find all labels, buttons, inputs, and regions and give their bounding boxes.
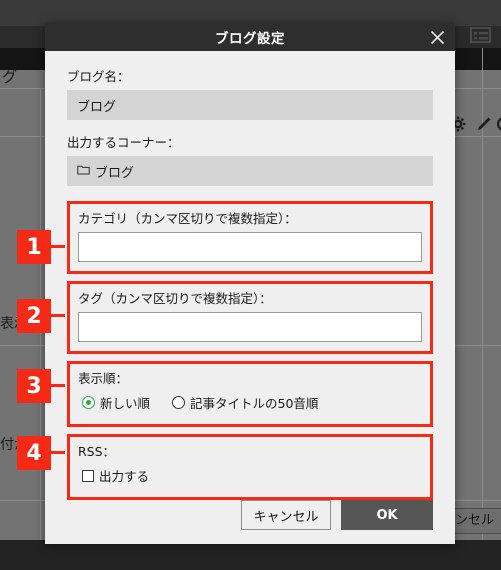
checkbox-icon-unchecked — [82, 469, 94, 482]
output-corner-text: ブログ — [95, 165, 135, 181]
radio-title-aiueo[interactable]: 記事タイトルの50音順 — [172, 393, 318, 412]
bg-tab-label-partial: グ — [2, 68, 18, 86]
dialog-title: ブログ設定 — [215, 30, 285, 47]
tag-label: タグ（カンマ区切りで複数指定）： — [78, 291, 272, 306]
checkbox-rss-output-label: 出力する — [99, 469, 150, 484]
pencil-icon[interactable] — [476, 116, 492, 136]
tag-field: タグ（カンマ区切りで複数指定）： — [67, 281, 433, 354]
blog-name-label: ブログ名： — [67, 69, 130, 84]
annotation-badge-2-number: 2 — [26, 303, 42, 329]
close-icon[interactable] — [425, 25, 449, 49]
annotation-badge-3-number: 3 — [26, 373, 42, 399]
display-order-field: 表示順： 新しい順 記事タイトルの50音順 — [67, 361, 433, 427]
display-order-label: 表示順： — [78, 371, 129, 386]
display-order-options: 新しい順 記事タイトルの50音順 — [78, 393, 422, 412]
category-input[interactable] — [78, 232, 422, 262]
blog-name-field: ブログ名： ブログ — [67, 69, 433, 120]
dialog-body: ブログ名： ブログ 出力するコーナー： ブログ カテゴリ（カンマ区切りで複数指定… — [45, 51, 455, 500]
list-icon[interactable] — [470, 26, 492, 48]
radio-icon-unselected — [172, 396, 186, 409]
bg-footer-bar — [0, 540, 501, 570]
radio-newest-first-label: 新しい順 — [100, 396, 151, 411]
annotation-connector-3 — [51, 384, 65, 387]
annotation-connector-4 — [51, 451, 65, 454]
blog-name-text: ブログ — [77, 99, 117, 115]
annotation-badge-3: 3 — [17, 369, 51, 403]
annotation-badge-4: 4 — [17, 436, 51, 470]
folder-icon — [77, 164, 90, 178]
category-field: カテゴリ（カンマ区切りで複数指定）： — [67, 201, 433, 274]
annotation-badge-1: 1 — [17, 230, 51, 264]
output-corner-value: ブログ — [67, 156, 433, 186]
ok-button[interactable]: OK — [341, 500, 433, 530]
annotation-badge-1-number: 1 — [26, 234, 42, 260]
annotation-connector-2 — [51, 314, 65, 317]
checkbox-rss-output[interactable]: 出力する — [82, 466, 149, 485]
dialog-footer: キャンセル OK — [45, 486, 455, 544]
cancel-button[interactable]: キャンセル — [241, 500, 331, 530]
dialog-titlebar: ブログ設定 — [45, 22, 455, 51]
rss-label: RSS： — [78, 444, 116, 459]
annotation-badge-4-number: 4 — [26, 440, 42, 466]
bg-cancel-button[interactable]: ンセル — [452, 508, 501, 534]
radio-icon-selected — [82, 396, 95, 409]
blog-settings-dialog: ブログ設定 ブログ名： ブログ 出力するコーナー： ブログ カテゴリ（カンマ区切… — [45, 22, 455, 544]
tag-input[interactable] — [78, 312, 422, 342]
radio-newest-first[interactable]: 新しい順 — [82, 393, 150, 412]
blog-name-value: ブログ — [67, 90, 433, 120]
output-corner-label: 出力するコーナー： — [67, 135, 180, 150]
category-label: カテゴリ（カンマ区切りで複数指定）： — [78, 211, 297, 226]
annotation-connector-1 — [51, 245, 65, 248]
rss-options: 出力する — [78, 466, 422, 485]
radio-title-aiueo-label: 記事タイトルの50音順 — [190, 396, 319, 411]
circle-icon[interactable] — [496, 116, 501, 136]
annotation-badge-2: 2 — [17, 299, 51, 333]
output-corner-field: 出力するコーナー： ブログ — [67, 135, 433, 186]
